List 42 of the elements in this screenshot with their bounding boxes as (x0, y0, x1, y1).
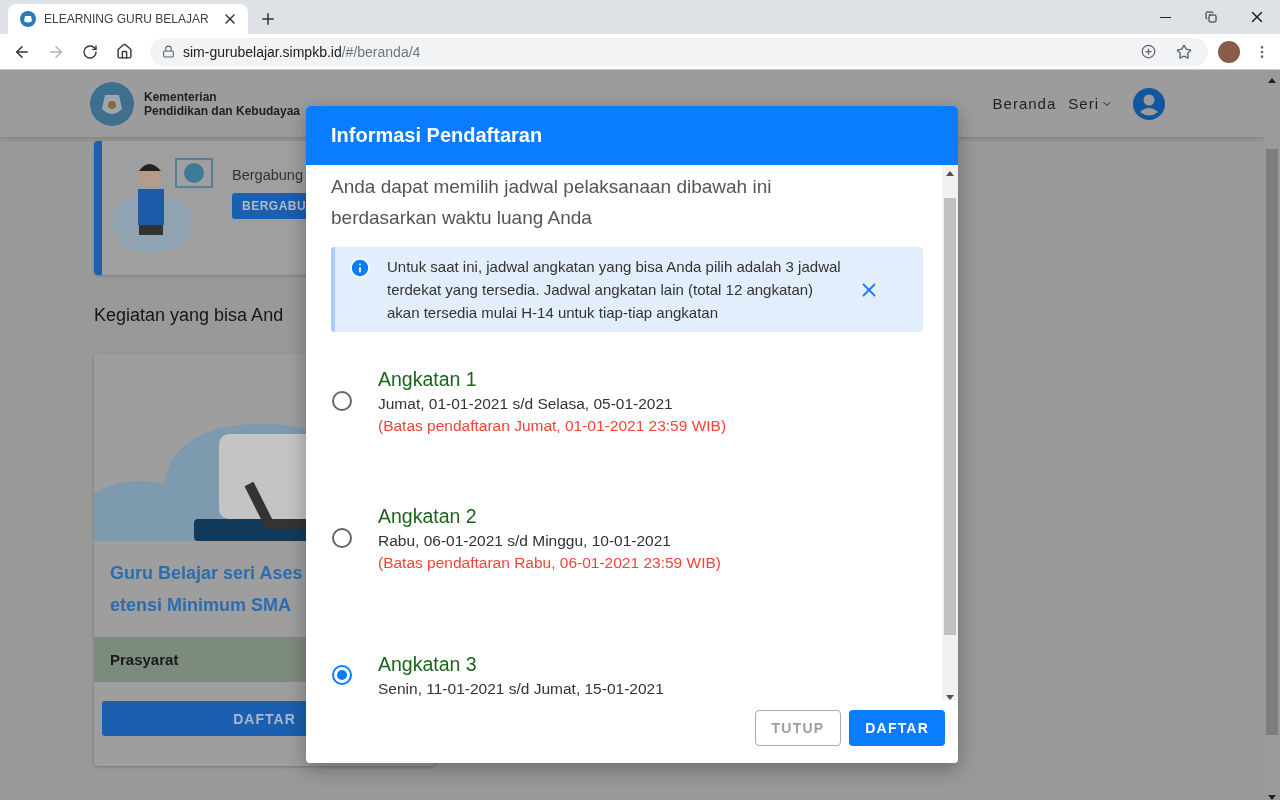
scroll-up-arrow-icon[interactable] (946, 171, 954, 176)
dialog-scrollbar[interactable] (942, 165, 958, 700)
option-title: Angkatan 1 (378, 366, 478, 392)
lock-icon (162, 45, 175, 58)
browser-tab[interactable]: ELEARNING GURU BELAJAR (8, 4, 248, 34)
restore-icon (1205, 11, 1217, 23)
banner-text: Bergabung (232, 167, 304, 183)
address-bar[interactable]: sim-gurubelajar.simpkb.id/#/beranda/4 (150, 37, 1208, 66)
plus-icon (259, 10, 277, 28)
option-deadline: (Batas pendaftaran Jumat, 01-01-2021 23:59 WIB) (378, 415, 727, 436)
home-icon (115, 43, 133, 60)
ministry-name: Kementerian (144, 89, 218, 104)
nav-link[interactable]: Seri (1068, 95, 1113, 112)
reload-icon (82, 43, 98, 60)
option-title: Angkatan 2 (378, 503, 478, 529)
dialog-intro: Anda dapat memilih jadwal pelaksanaan dibawah ini berdasarkan waktu luang Anda (331, 175, 773, 230)
ministry-logo-icon (90, 80, 134, 127)
user-icon[interactable] (1133, 87, 1165, 120)
info-icon (349, 257, 371, 279)
alert-text: Untuk saat ini, jadwal angkatan yang bisa Anda pilih adalah 3 jadwal terdekat yang tersedia. Jadwal angkatan lain (total 12 angkatan) akan tersedia mulai H-14 untuk tiap-tiap angkatan (387, 257, 842, 323)
radio-button[interactable] (332, 527, 352, 548)
radio-button[interactable] (332, 390, 352, 411)
close-dialog-button[interactable]: TUTUP (754, 710, 842, 746)
url-host: sim-gurubelajar.simpkb.id (183, 43, 342, 60)
logo-icon (20, 11, 36, 27)
register-button[interactable]: DAFTAR (849, 710, 945, 746)
url-path: /#/beranda/4 (341, 43, 421, 60)
dialog-title: Informasi Pendaftaran (331, 124, 543, 147)
scroll-down-arrow-icon[interactable] (946, 695, 954, 700)
profile-avatar[interactable] (1218, 40, 1240, 63)
star-icon[interactable] (1176, 43, 1192, 60)
ministry-name: Pendidikan dan Kebudayaa (144, 103, 301, 118)
radio-button[interactable] (332, 664, 352, 685)
option-deadline: (Batas pendaftaran Rabu, 06-01-2021 23:59 WIB) (378, 552, 721, 573)
add-icon[interactable] (1141, 44, 1156, 59)
scroll-up-arrow-icon[interactable] (1268, 78, 1276, 83)
section-heading: Kegiatan yang bisa And (94, 305, 284, 326)
nav-link[interactable]: Beranda (992, 95, 1057, 112)
option-dates: Jumat, 01-01-2021 s/d Selasa, 05-01-2021 (378, 393, 674, 414)
minimize-icon (1159, 16, 1171, 18)
option-dates: Rabu, 06-01-2021 s/d Minggu, 10-01-2021 (378, 530, 672, 551)
scroll-down-arrow-icon[interactable] (1268, 795, 1276, 800)
